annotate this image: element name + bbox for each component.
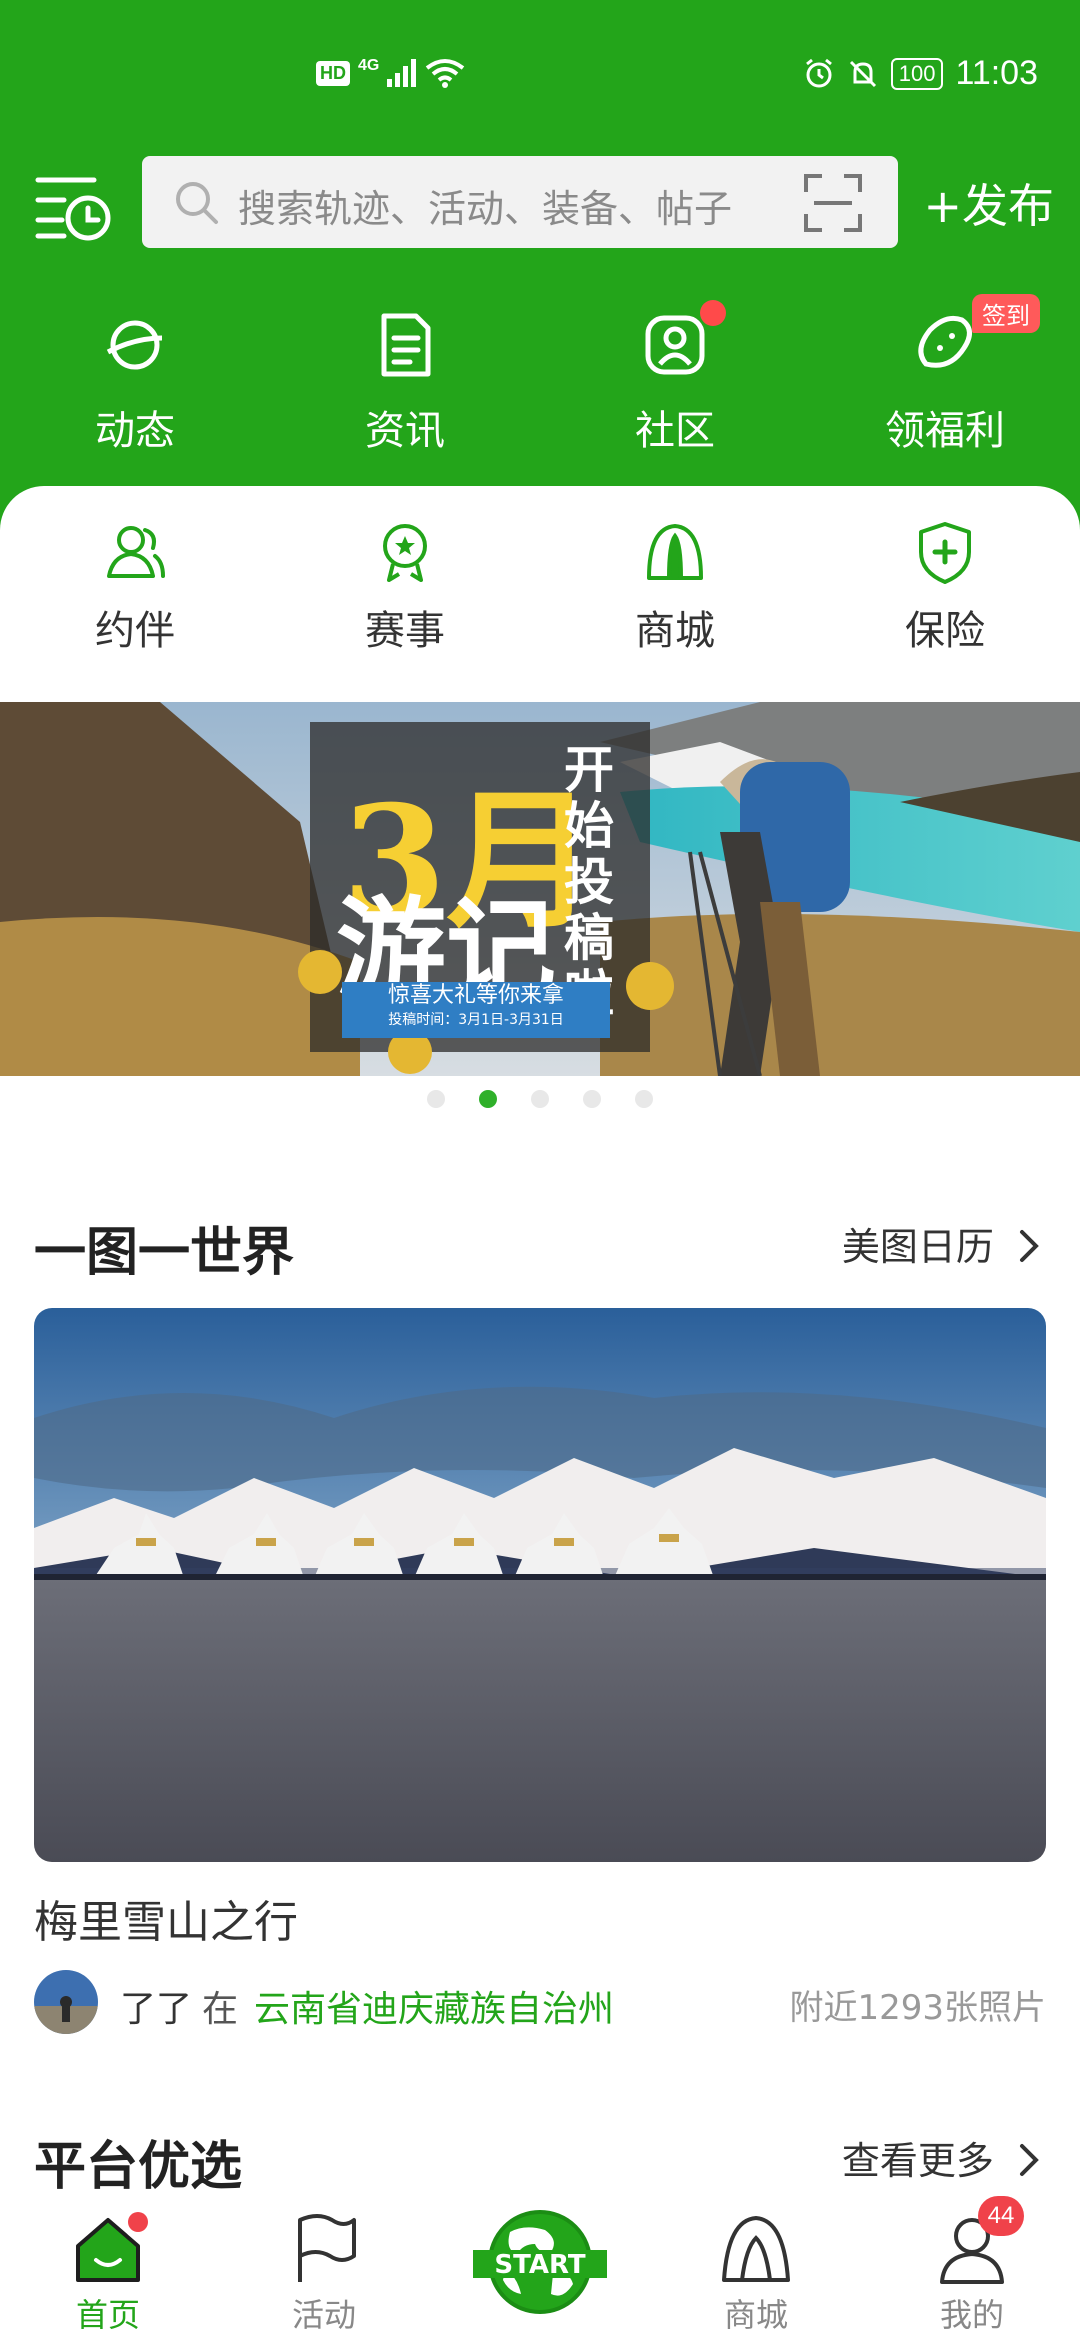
user-avatar-image bbox=[34, 1970, 98, 2034]
see-more-label: 查看更多 bbox=[841, 2139, 994, 2183]
bottom-nav: 首页 活动 START 商城 44 我的 bbox=[0, 2196, 1080, 2340]
pagination-dot-active[interactable] bbox=[479, 1090, 497, 1108]
chevron-right-icon bbox=[1020, 2144, 1039, 2176]
community-icon bbox=[645, 315, 705, 375]
search-icon bbox=[176, 182, 218, 224]
tab-activities[interactable]: 活动 bbox=[216, 2196, 432, 2336]
subnav-item-partners[interactable]: 约伴 bbox=[0, 520, 270, 656]
banner-ribbon: 惊喜大礼等你来拿 投稿时间：3月1日-3月31日 bbox=[342, 982, 610, 1038]
mute-icon bbox=[849, 60, 876, 87]
tab-label: 首页 bbox=[75, 2296, 140, 2334]
chevron-right-icon bbox=[1020, 1230, 1039, 1262]
start-text: START bbox=[494, 2250, 585, 2280]
search-bar[interactable]: 搜索轨迹、活动、装备、帖子 bbox=[142, 156, 898, 248]
at-label: 在 bbox=[202, 1989, 239, 2030]
wifi-icon bbox=[426, 59, 465, 88]
scan-icon[interactable] bbox=[804, 174, 862, 232]
globe-start-icon: START bbox=[473, 2210, 607, 2314]
hd-badge: HD bbox=[316, 60, 350, 86]
subnav-item-events[interactable]: 赛事 bbox=[270, 520, 540, 656]
medal-icon bbox=[383, 524, 427, 582]
alarm-icon bbox=[805, 58, 832, 87]
promo-banner[interactable]: 3月 游记 开始投稿啦 惊喜大礼等你来拿 投稿时间：3月1日-3月31日 bbox=[0, 702, 1080, 1076]
planet-icon bbox=[106, 320, 163, 370]
subnav-item-mall[interactable]: 商城 bbox=[540, 520, 810, 656]
home-icon bbox=[76, 2212, 148, 2282]
location-link[interactable]: 云南省迪庆藏族自治州 bbox=[254, 1980, 614, 2032]
partners-icon bbox=[107, 526, 165, 578]
snow-mountain-stupas-image bbox=[34, 1308, 1046, 1862]
history-menu-icon[interactable] bbox=[34, 166, 114, 246]
sub-nav: 约伴 赛事 商城 保险 bbox=[0, 520, 1080, 656]
photo-calendar-label: 美图日历 bbox=[841, 1225, 994, 1269]
search-placeholder: 搜索轨迹、活动、装备、帖子 bbox=[238, 187, 733, 231]
nav-item-community[interactable]: 社区 bbox=[540, 300, 810, 454]
ribbon-text: 惊喜大礼等你来拿 bbox=[387, 983, 564, 1008]
tab-home[interactable]: 首页 bbox=[0, 2196, 216, 2336]
signal-icon bbox=[387, 59, 417, 87]
nav-item-dynamics[interactable]: 动态 bbox=[0, 300, 270, 454]
subnav-label: 保险 bbox=[905, 608, 985, 654]
section-title-platform: 平台优选 bbox=[34, 2137, 243, 2197]
nav-label: 领福利 bbox=[885, 408, 1005, 454]
nav-item-benefits[interactable]: 签到 领福利 bbox=[810, 294, 1080, 454]
subnav-item-insurance[interactable]: 保险 bbox=[810, 520, 1080, 656]
profile-notification-badge: 44 bbox=[978, 2196, 1024, 2236]
banner-pagination bbox=[0, 1090, 1080, 1112]
photo-title[interactable]: 梅里雪山之行 bbox=[34, 1886, 298, 1950]
publish-button[interactable]: +发布 bbox=[923, 170, 1054, 236]
banner-vertical-text: 开始投稿啦 bbox=[564, 740, 614, 1022]
ribbon-sub-text: 投稿时间：3月1日-3月31日 bbox=[388, 1012, 564, 1028]
nav-label: 动态 bbox=[95, 408, 175, 454]
sign-in-badge: 签到 bbox=[972, 294, 1040, 333]
subnav-label: 赛事 bbox=[365, 608, 445, 654]
nav-label: 资讯 bbox=[365, 408, 445, 454]
status-time: 11:03 bbox=[955, 54, 1038, 92]
shield-icon bbox=[919, 522, 971, 584]
tab-label: 活动 bbox=[291, 2296, 356, 2334]
tent-icon bbox=[722, 2216, 790, 2282]
pagination-dot[interactable] bbox=[531, 1090, 549, 1108]
sub-nav-panel: 约伴 赛事 商城 保险 bbox=[0, 486, 1080, 726]
pagination-dot[interactable] bbox=[635, 1090, 653, 1108]
document-icon bbox=[381, 313, 431, 377]
top-header: 搜索轨迹、活动、装备、帖子 +发布 bbox=[0, 156, 1080, 248]
tent-icon bbox=[647, 524, 703, 580]
pagination-dot[interactable] bbox=[427, 1090, 445, 1108]
author-name[interactable]: 了了 bbox=[120, 1980, 192, 2032]
section-title-world: 一图一世界 bbox=[34, 1223, 295, 1283]
network-label: 4G bbox=[358, 57, 380, 74]
bean-icon bbox=[918, 315, 972, 368]
top-nav: 动态 资讯 社区 签到 领福利 bbox=[0, 294, 1080, 454]
status-right-group: 100 11:03 bbox=[803, 54, 1038, 93]
battery-indicator: 100 bbox=[890, 57, 944, 90]
status-signal-group: HD 4G bbox=[316, 57, 465, 88]
start-button[interactable]: START bbox=[432, 2196, 648, 2324]
nav-label: 社区 bbox=[635, 408, 715, 454]
tab-profile[interactable]: 44 我的 bbox=[864, 2196, 1080, 2336]
avatar[interactable] bbox=[34, 1970, 98, 2034]
featured-photo[interactable] bbox=[34, 1308, 1046, 1862]
nav-item-news[interactable]: 资讯 bbox=[270, 300, 540, 454]
tab-label: 我的 bbox=[939, 2296, 1004, 2334]
status-bar: HD 4G 100 11:03 bbox=[0, 50, 1080, 110]
see-more-link[interactable]: 查看更多 bbox=[842, 2130, 1042, 2185]
subnav-label: 约伴 bbox=[95, 608, 175, 654]
tab-mall[interactable]: 商城 bbox=[648, 2196, 864, 2336]
nearby-photo-count[interactable]: 附近1293张照片 bbox=[789, 1980, 1046, 2029]
tab-label: 商城 bbox=[723, 2296, 788, 2334]
community-notification-dot bbox=[700, 300, 726, 326]
photo-meta-row: 了了 在 云南省迪庆藏族自治州 附近1293张照片 bbox=[34, 1970, 1046, 2036]
photo-calendar-link[interactable]: 美图日历 bbox=[842, 1216, 1042, 1271]
subnav-label: 商城 bbox=[635, 608, 715, 654]
flag-icon bbox=[298, 2214, 356, 2282]
pagination-dot[interactable] bbox=[583, 1090, 601, 1108]
